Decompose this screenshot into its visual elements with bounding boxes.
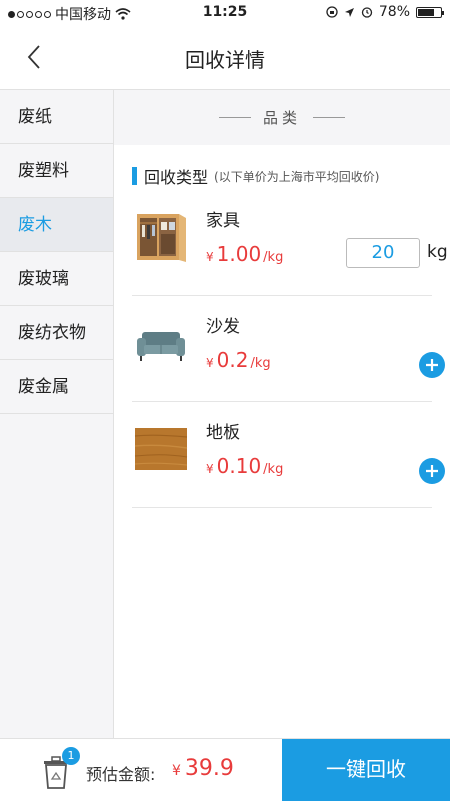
battery-percent: 78% — [378, 4, 410, 20]
price-unit: /kg — [263, 250, 284, 265]
price-value: 0.10 — [216, 454, 262, 478]
currency-symbol: ¥ — [172, 763, 181, 779]
cart-badge: 1 — [62, 747, 80, 765]
plus-icon — [426, 359, 438, 371]
divider-left — [218, 117, 251, 118]
item-name: 家具 — [206, 211, 240, 231]
sidebar-item-metal[interactable]: 废金属 — [0, 360, 113, 414]
add-button[interactable] — [419, 458, 445, 484]
battery-icon — [416, 6, 444, 18]
sidebar-item-paper[interactable]: 废纸 — [0, 90, 113, 144]
alarm-icon — [361, 7, 373, 18]
category-sidebar: 废纸 废塑料 废木 废玻璃 废纺衣物 废金属 — [0, 90, 114, 738]
item-price: ¥ 0.2 /kg — [206, 348, 271, 372]
divider-right — [313, 117, 345, 118]
location-icon — [344, 7, 354, 17]
list-item: 家具 ¥ 1.00 /kg 20 kg — [132, 190, 448, 296]
item-name: 地板 — [206, 423, 240, 443]
price-unit: /kg — [250, 356, 271, 371]
status-bar: 中国移动 11:25 78% — [0, 0, 450, 24]
type-title: 回收类型 — [144, 168, 209, 187]
sofa-icon — [137, 332, 185, 361]
list-item: 地板 ¥ 0.10 /kg — [132, 402, 445, 508]
type-note: (以下单价为上海市平均回收价) — [214, 169, 380, 184]
wood-floor-icon — [134, 428, 188, 470]
status-right: 78% — [326, 4, 444, 20]
item-name: 沙发 — [206, 317, 240, 337]
price-value: 0.2 — [216, 348, 249, 372]
sidebar-item-textile[interactable]: 废纺衣物 — [0, 306, 113, 360]
plus-icon — [426, 465, 438, 477]
price-value: 1.00 — [216, 242, 262, 266]
type-row: 回收类型 (以下单价为上海市平均回收价) — [132, 164, 379, 188]
currency-symbol: ¥ — [206, 356, 214, 370]
currency-symbol: ¥ — [206, 462, 214, 476]
currency-symbol: ¥ — [206, 250, 214, 264]
item-price: ¥ 1.00 /kg — [206, 242, 283, 266]
estimate-label: 预估金额: — [86, 765, 156, 784]
estimate-amount: ¥ 39.9 — [172, 756, 234, 781]
nav-bar: 回收详情 — [0, 24, 450, 90]
bottom-bar: 1 预估金额: ¥ 39.9 一键回收 — [0, 738, 450, 801]
sidebar-item-glass[interactable]: 废玻璃 — [0, 252, 113, 306]
quantity-input[interactable]: 20 — [346, 238, 420, 268]
price-unit: /kg — [263, 462, 284, 477]
one-click-recycle-button[interactable]: 一键回收 — [282, 739, 450, 801]
content-panel: 品类 回收类型 (以下单价为上海市平均回收价) 家具 ¥ 1.00 /kg 20 — [114, 90, 450, 738]
estimate-value: 39.9 — [184, 756, 234, 781]
add-button[interactable] — [419, 352, 445, 378]
category-header-label: 品类 — [262, 109, 301, 127]
sidebar-item-plastic[interactable]: 废塑料 — [0, 144, 113, 198]
rotation-lock-icon — [326, 6, 338, 18]
category-header: 品类 — [114, 90, 450, 145]
item-price: ¥ 0.10 /kg — [206, 454, 283, 478]
list-item: 沙发 ¥ 0.2 /kg — [132, 296, 445, 402]
page-title: 回收详情 — [185, 48, 265, 72]
type-accent-bar — [132, 167, 137, 185]
quantity-unit: kg — [427, 242, 448, 262]
sidebar-item-wood[interactable]: 废木 — [0, 198, 113, 252]
wardrobe-icon — [137, 214, 186, 262]
